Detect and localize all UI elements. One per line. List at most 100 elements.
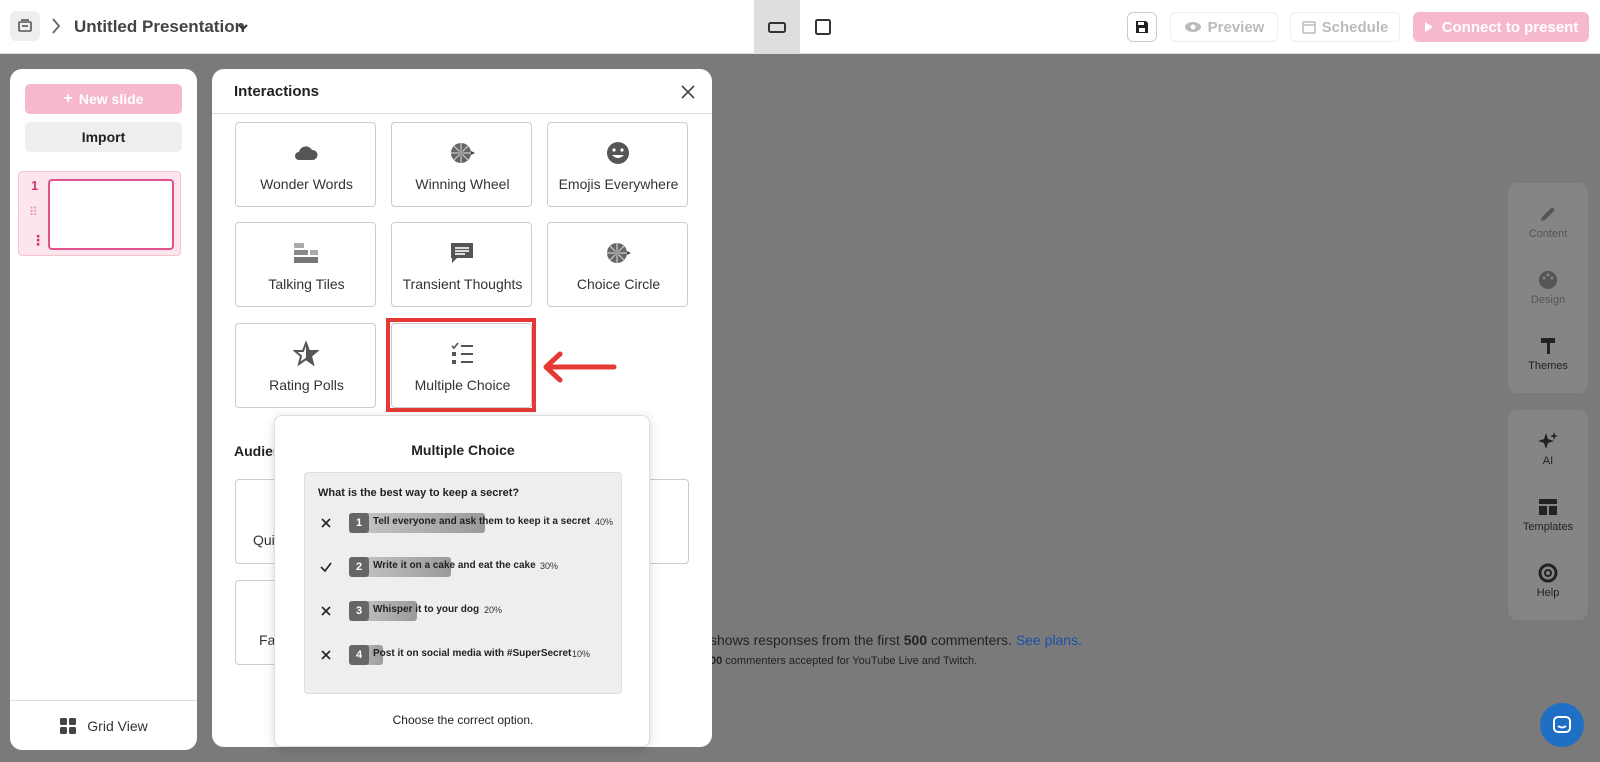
modal-header: Interactions <box>212 69 712 114</box>
option-text: Post it on social media with #SuperSecre… <box>373 648 572 659</box>
slide-thumbnail[interactable] <box>48 179 174 250</box>
option-percent: 10% <box>572 649 591 659</box>
interaction-card-transient-thoughts[interactable]: Transient Thoughts <box>391 222 532 307</box>
chevron-down-icon[interactable] <box>236 20 250 34</box>
cross-icon <box>321 518 331 528</box>
grid-view-button[interactable]: Grid View <box>10 700 197 750</box>
interaction-card-choice-circle[interactable]: Choice Circle <box>547 222 688 307</box>
platform-limit-text-part: commenters accepted for YouTube Live and… <box>722 655 978 667</box>
limit-text-part: shows responses from the first <box>710 632 904 648</box>
rail-label: AI <box>1542 455 1554 467</box>
connect-to-present-button[interactable]: Connect to present <box>1413 12 1589 42</box>
card-label: Rating Polls <box>269 377 344 393</box>
card-label-partial: Qui <box>253 532 275 548</box>
preview-option: 2 Write it on a cake and eat the cake 30… <box>305 556 623 580</box>
cross-icon <box>321 650 331 660</box>
check-icon <box>320 562 332 573</box>
rail-label: Themes <box>1528 360 1568 372</box>
grid-icon <box>60 717 77 734</box>
interaction-card-rating-polls[interactable]: Rating Polls <box>235 323 376 408</box>
star-icon <box>293 341 319 367</box>
card-label-partial: Fa <box>259 632 276 648</box>
option-text: Write it on a cake and eat the cake <box>373 560 536 571</box>
wheel-icon <box>607 243 631 263</box>
preview-title: Multiple Choice <box>411 442 515 458</box>
pencil-icon <box>1541 207 1555 221</box>
option-percent: 40% <box>595 517 614 527</box>
rail-item-templates[interactable]: Templates <box>1508 496 1588 533</box>
option-percent: 20% <box>484 605 503 615</box>
interaction-card-talking-tiles[interactable]: Talking Tiles <box>235 222 376 307</box>
grid-view-label: Grid View <box>87 717 148 734</box>
smiley-icon <box>607 142 629 164</box>
see-plans-link[interactable]: See plans. <box>1016 632 1082 648</box>
option-number: 4 <box>349 645 369 665</box>
option-text: Whisper it to your dog <box>373 604 480 615</box>
cloud-icon <box>295 146 318 160</box>
breadcrumb-chevron-icon <box>52 18 61 34</box>
option-percent: 30% <box>540 561 559 571</box>
rail-item-content[interactable]: Content <box>1508 203 1588 240</box>
preview-button[interactable]: Preview <box>1170 12 1278 42</box>
save-button[interactable] <box>1127 12 1157 42</box>
rail-item-ai[interactable]: AI <box>1508 430 1588 467</box>
rail-label: Templates <box>1522 521 1574 533</box>
widescreen-view-button[interactable] <box>754 0 800 54</box>
paint-roller-icon <box>1541 338 1555 354</box>
card-label: Emojis Everywhere <box>558 176 679 192</box>
platform-limit-text: 00 commenters accepted for YouTube Live … <box>710 655 977 667</box>
interaction-card-winning-wheel[interactable]: Winning Wheel <box>391 122 532 207</box>
wheel-icon <box>451 143 475 163</box>
rail-item-design[interactable]: Design <box>1508 269 1588 306</box>
interaction-card-wonder-words[interactable]: Wonder Words <box>235 122 376 207</box>
palette-icon <box>1539 271 1557 289</box>
card-label: Choice Circle <box>576 276 661 292</box>
rail-item-themes[interactable]: Themes <box>1508 335 1588 372</box>
preview-option: 3 Whisper it to your dog 20% <box>305 600 623 624</box>
card-label: Transient Thoughts <box>402 276 523 292</box>
editor-rail-top: Content Design Themes <box>1508 183 1588 393</box>
option-number: 2 <box>349 557 369 577</box>
card-label: Winning Wheel <box>415 176 510 192</box>
rail-label: Design <box>1530 294 1566 306</box>
preview-card: What is the best way to keep a secret? 1… <box>304 472 622 694</box>
presentation-title[interactable]: Untitled Presentation <box>74 17 245 37</box>
widescreen-icon <box>768 22 786 33</box>
card-label: Wonder Words <box>260 176 353 192</box>
multiple-choice-preview-tooltip: Multiple Choice What is the best way to … <box>274 415 650 747</box>
editor-rail-bottom: AI Templates Help <box>1508 410 1588 620</box>
chat-support-button[interactable] <box>1540 703 1584 747</box>
rail-label: Content <box>1528 228 1568 240</box>
lifebuoy-icon <box>1538 563 1558 583</box>
templates-icon <box>1539 499 1557 515</box>
floppy-disk-icon <box>1136 21 1148 33</box>
new-slide-label: New slide <box>78 91 144 107</box>
new-slide-button[interactable]: + New slide <box>25 84 182 114</box>
calendar-icon <box>1301 21 1316 34</box>
play-icon <box>1424 22 1433 32</box>
option-text: Tell everyone and ask them to keep it a … <box>373 516 591 527</box>
commenters-limit-text: shows responses from the first 500 comme… <box>710 632 1082 648</box>
card-label: Talking Tiles <box>268 276 345 292</box>
drag-handle-icon[interactable]: ⠿ <box>29 205 38 219</box>
home-button[interactable] <box>10 11 40 41</box>
limit-text-part: commenters. <box>927 632 1016 648</box>
sparkles-icon <box>1538 432 1558 449</box>
limit-count: 500 <box>903 632 928 648</box>
close-icon[interactable] <box>679 83 697 101</box>
rail-item-help[interactable]: Help <box>1508 562 1588 599</box>
eye-icon <box>1184 22 1201 32</box>
schedule-button[interactable]: Schedule <box>1290 12 1400 42</box>
interaction-card-emojis-everywhere[interactable]: Emojis Everywhere <box>547 122 688 207</box>
slides-sidebar: + New slide Import 1 ⠿ ⋮ Grid View <box>10 69 197 750</box>
more-options-icon[interactable]: ⋮ <box>31 232 45 249</box>
preview-caption: Choose the correct option. <box>392 713 534 727</box>
schedule-label: Schedule <box>1321 18 1389 36</box>
preview-option: 1 Tell everyone and ask them to keep it … <box>305 512 623 536</box>
chat-bubble-icon <box>451 243 473 263</box>
rail-label: Help <box>1536 587 1560 599</box>
highlight-box <box>386 318 536 412</box>
import-button[interactable]: Import <box>25 122 182 152</box>
square-view-button[interactable] <box>800 0 846 54</box>
slide-list-item[interactable]: 1 ⠿ ⋮ <box>18 171 181 256</box>
